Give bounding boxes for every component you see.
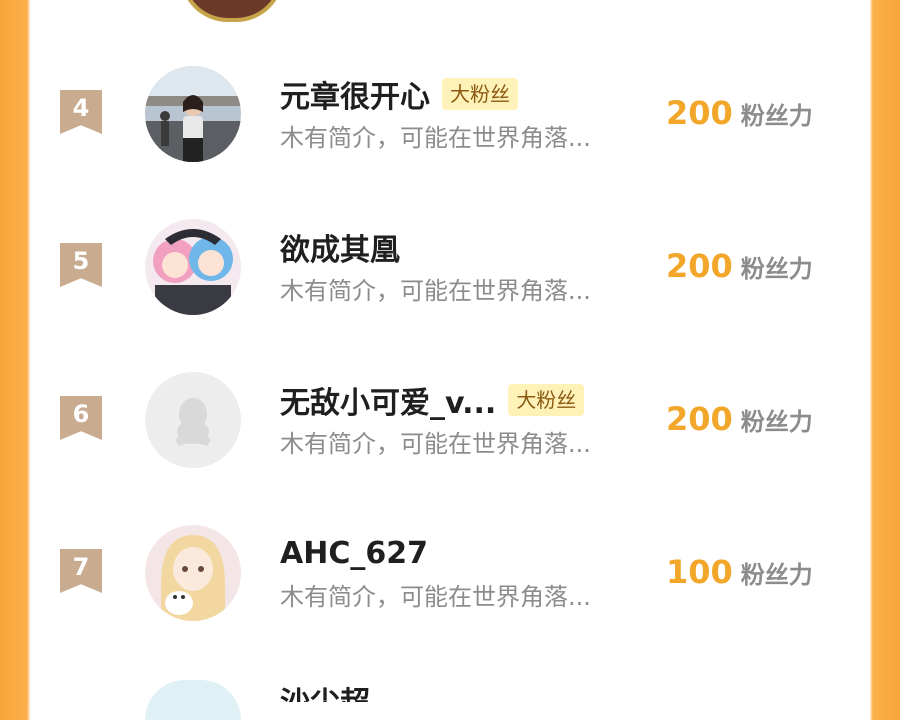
list-item[interactable]: 7 AHC_627 木有简介，可能在世界角落... 100 粉丝力 xyxy=(30,525,870,645)
rank-badge: 6 xyxy=(60,396,102,440)
illustrated-girl-avatar-icon xyxy=(145,525,241,621)
avatar-partial-top[interactable] xyxy=(180,0,284,22)
username-partial[interactable]: 沙尘超 xyxy=(280,684,370,702)
fan-score: 100 粉丝力 xyxy=(666,553,813,591)
user-bio: 木有简介，可能在世界角落... xyxy=(280,277,591,305)
score-unit: 粉丝力 xyxy=(740,408,813,436)
avatar[interactable] xyxy=(145,525,241,621)
score-value: 200 xyxy=(666,247,733,285)
anime-avatar-icon xyxy=(145,219,241,315)
score-value: 100 xyxy=(666,553,733,591)
fan-score: 200 粉丝力 xyxy=(666,400,813,438)
rank-badge: 7 xyxy=(60,549,102,593)
username[interactable]: 无敌小可爱_v... xyxy=(280,378,496,422)
rank-badge: 4 xyxy=(60,90,102,134)
avatar[interactable] xyxy=(145,372,241,468)
score-value: 200 xyxy=(666,400,733,438)
fan-badge: 大粉丝 xyxy=(442,78,518,110)
score-unit: 粉丝力 xyxy=(740,102,813,130)
user-bio: 木有简介，可能在世界角落... xyxy=(280,430,591,458)
default-penguin-avatar-icon xyxy=(145,372,241,468)
user-bio: 木有简介，可能在世界角落... xyxy=(280,583,591,611)
avatar[interactable] xyxy=(145,66,241,162)
list-item[interactable]: 5 欲成其凰 木有简介，可能在世界角落... 200 粉丝力 xyxy=(30,219,870,339)
score-unit: 粉丝力 xyxy=(740,255,813,283)
user-bio: 木有简介，可能在世界角落... xyxy=(280,124,591,152)
username[interactable]: 元章很开心 xyxy=(280,72,430,116)
fan-badge: 大粉丝 xyxy=(508,384,585,416)
score-value: 200 xyxy=(666,94,733,132)
fan-score: 200 粉丝力 xyxy=(666,94,813,132)
score-unit: 粉丝力 xyxy=(740,561,813,589)
avatar[interactable] xyxy=(145,219,241,315)
photo-avatar-icon xyxy=(145,66,241,162)
username[interactable]: 欲成其凰 xyxy=(280,225,400,269)
fan-ranking-panel: 4 元章很开心 大粉丝 木有简介，可能在世界角落... 200 粉丝力 5 欲成… xyxy=(30,0,870,702)
fan-score: 200 粉丝力 xyxy=(666,247,813,285)
username[interactable]: AHC_627 xyxy=(280,536,428,571)
list-item[interactable]: 6 无敌小可爱_v... 大粉丝 木有简介，可能在世界角落... 200 粉丝力 xyxy=(30,372,870,492)
rank-badge: 5 xyxy=(60,243,102,287)
list-item[interactable]: 4 元章很开心 大粉丝 木有简介，可能在世界角落... 200 粉丝力 xyxy=(30,66,870,186)
